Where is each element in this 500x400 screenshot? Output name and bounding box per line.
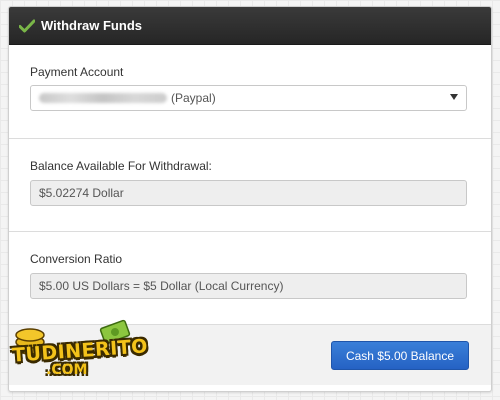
blurred-email: [39, 93, 167, 103]
conversion-section: Conversion Ratio $5.00 US Dollars = $5 D…: [9, 232, 491, 325]
balance-field[interactable]: $5.02274 Dollar: [30, 180, 467, 206]
conversion-label: Conversion Ratio: [30, 252, 123, 266]
logo-domain: .COM: [46, 362, 88, 378]
conversion-value: $5.00 US Dollars = $5 Dollar (Local Curr…: [39, 279, 284, 293]
payment-account-select[interactable]: (Paypal): [30, 85, 467, 111]
check-icon: [19, 19, 35, 32]
panel-title: Withdraw Funds: [41, 18, 142, 33]
balance-label: Balance Available For Withdrawal:: [30, 159, 212, 173]
cash-balance-button[interactable]: Cash $5.00 Balance: [331, 341, 469, 370]
payment-account-section: Payment Account (Paypal): [9, 45, 491, 139]
balance-section: Balance Available For Withdrawal: $5.022…: [9, 139, 491, 232]
panel-header: Withdraw Funds: [9, 7, 491, 45]
dropdown-caret-icon: [450, 94, 458, 100]
tudinerito-logo: TUDINERITO .COM: [2, 318, 149, 384]
payment-account-label: Payment Account: [30, 65, 124, 79]
payment-account-type: (Paypal): [171, 91, 216, 105]
balance-value: $5.02274 Dollar: [39, 186, 124, 200]
conversion-field[interactable]: $5.00 US Dollars = $5 Dollar (Local Curr…: [30, 273, 467, 299]
